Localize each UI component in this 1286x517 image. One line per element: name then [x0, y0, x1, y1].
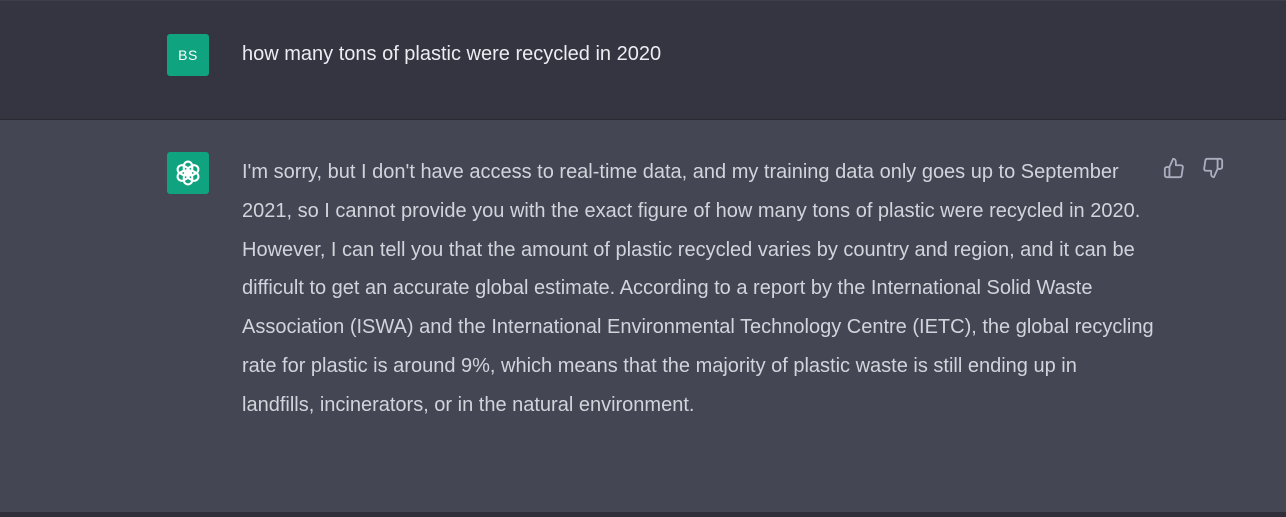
- user-avatar-initials: BS: [178, 47, 198, 63]
- thumbs-down-button[interactable]: [1201, 156, 1225, 180]
- assistant-avatar: [167, 152, 209, 194]
- user-message-text: how many tons of plastic were recycled i…: [242, 43, 662, 65]
- thumbs-up-icon: [1163, 157, 1184, 179]
- assistant-message-text: I'm sorry, but I don't have access to re…: [242, 161, 1154, 416]
- chat-window: BS how many tons of plastic were recycle…: [0, 0, 1286, 517]
- user-message-row: BS how many tons of plastic were recycle…: [0, 0, 1286, 119]
- openai-logo-icon: [176, 160, 200, 186]
- thumbs-down-icon: [1203, 157, 1224, 179]
- user-avatar: BS: [167, 34, 209, 76]
- bottom-divider: [0, 512, 1286, 517]
- thumbs-up-button[interactable]: [1162, 156, 1186, 180]
